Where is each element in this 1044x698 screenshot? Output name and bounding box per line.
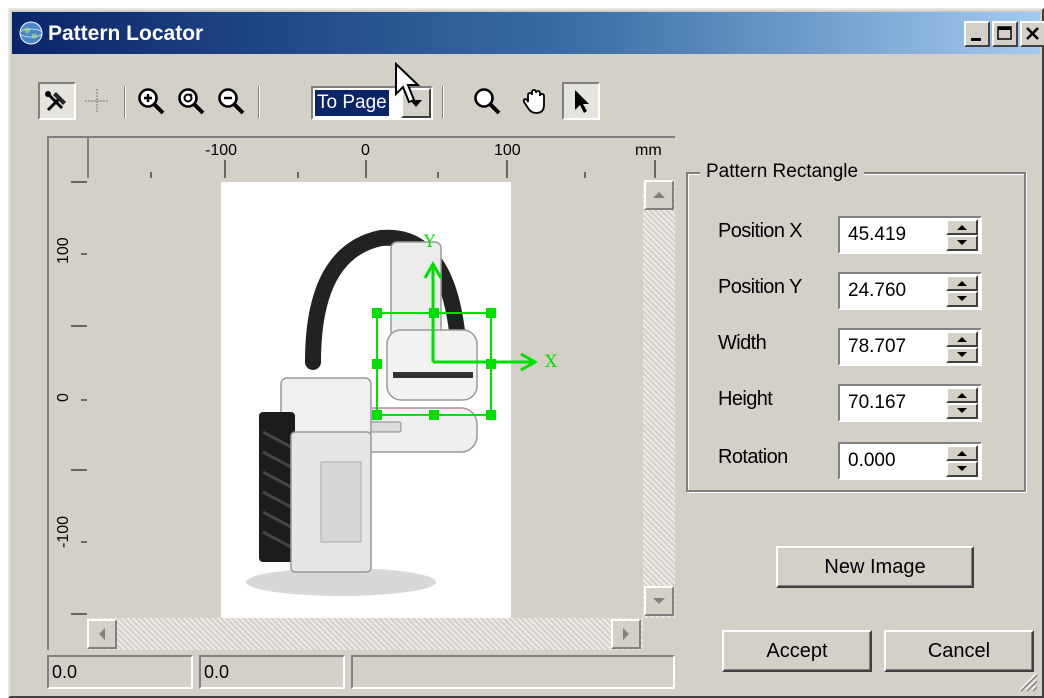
ruler-corner — [47, 136, 87, 180]
zoom-select-value: To Page — [315, 90, 389, 116]
arrow-pointer-icon — [575, 90, 589, 113]
ruler-label: -100 — [55, 515, 72, 548]
zoom-reset-icon — [178, 88, 205, 115]
spin-arrows-icon — [957, 225, 967, 245]
position-x-label: Position X — [718, 220, 803, 242]
crosshair-icon — [85, 89, 109, 113]
horizontal-ruler: -100 0 100 mm — [87, 136, 675, 178]
scroll-left-button[interactable] — [87, 619, 117, 649]
arrow-up-icon — [653, 192, 665, 198]
vertical-scrollbar[interactable] — [643, 180, 675, 618]
new-image-button[interactable]: New Image — [776, 546, 974, 588]
zoom-out-icon — [218, 88, 245, 115]
height-label: Height — [718, 388, 773, 410]
title-bar[interactable]: Pattern Locator — [12, 12, 1044, 54]
position-y-spinner[interactable] — [946, 275, 978, 307]
accept-button[interactable]: Accept — [722, 630, 872, 672]
cancel-button[interactable]: Cancel — [884, 630, 1034, 672]
resize-grip-icon[interactable] — [1016, 670, 1038, 692]
position-x-input[interactable] — [842, 220, 942, 250]
spin-arrows-icon — [957, 393, 967, 413]
position-y-input[interactable] — [842, 276, 942, 306]
resize-handle[interactable] — [372, 410, 382, 420]
toolbar-separator — [442, 86, 444, 118]
ruler-label: 100 — [494, 142, 521, 159]
height-input[interactable] — [842, 388, 942, 418]
ruler-label: -100 — [205, 142, 238, 159]
ruler-label: 0 — [55, 393, 72, 402]
width-field[interactable] — [838, 328, 982, 366]
pointer-button[interactable] — [562, 82, 600, 120]
position-y-label: Position Y — [718, 276, 802, 298]
minimize-icon — [971, 38, 981, 41]
rotation-label: Rotation — [718, 446, 788, 468]
maximize-button[interactable] — [992, 21, 1018, 47]
zoom-out-button[interactable] — [212, 82, 250, 120]
scroll-right-button[interactable] — [611, 619, 641, 649]
rotation-input[interactable] — [842, 446, 942, 476]
mouse-cursor-icon — [395, 62, 421, 104]
resize-handle[interactable] — [429, 410, 439, 420]
spin-arrows-icon — [957, 281, 967, 301]
resize-handle[interactable] — [372, 308, 382, 318]
tools-icon — [45, 91, 66, 112]
scroll-up-button[interactable] — [644, 180, 674, 210]
hand-pan-button[interactable] — [516, 82, 554, 120]
height-field[interactable] — [838, 384, 982, 422]
resize-handle[interactable] — [486, 308, 496, 318]
height-spinner[interactable] — [946, 387, 978, 419]
minimize-button[interactable] — [964, 21, 990, 47]
status-message — [351, 655, 675, 689]
position-x-field[interactable] — [838, 216, 982, 254]
ruler-unit: mm — [635, 142, 662, 159]
ruler-label: 100 — [55, 237, 72, 264]
crosshair-button[interactable] — [78, 82, 116, 120]
position-y-field[interactable] — [838, 272, 982, 310]
zoom-reset-button[interactable] — [172, 82, 210, 120]
magnifier-icon — [474, 88, 501, 115]
width-label: Width — [718, 332, 767, 354]
axis-x-label: X — [545, 352, 558, 372]
image-viewport[interactable]: Y X — [87, 180, 643, 618]
pattern-overlay — [372, 260, 539, 420]
horizontal-scrollbar[interactable] — [87, 618, 643, 650]
arrow-left-icon — [99, 628, 105, 640]
toolbar-separator — [124, 86, 126, 118]
width-spinner[interactable] — [946, 331, 978, 363]
status-y: 0.0 — [199, 655, 345, 689]
horizontal-ruler-ticks — [150, 160, 656, 178]
window-title: Pattern Locator — [48, 22, 204, 45]
resize-handle[interactable] — [486, 410, 496, 420]
ruler-label: 0 — [361, 142, 370, 159]
close-button[interactable] — [1020, 21, 1044, 47]
magnifier-button[interactable] — [468, 82, 506, 120]
maximize-icon — [997, 26, 1012, 40]
toolbar-separator — [258, 86, 260, 118]
spin-arrows-icon — [957, 337, 967, 357]
resize-handle[interactable] — [486, 359, 496, 369]
resize-handle[interactable] — [429, 308, 439, 318]
spin-arrows-icon — [957, 451, 967, 471]
rotation-field[interactable] — [838, 442, 982, 480]
globe-icon — [19, 21, 43, 45]
width-input[interactable] — [842, 332, 942, 362]
position-x-spinner[interactable] — [946, 219, 978, 251]
hand-pan-icon — [522, 89, 545, 114]
toolbar: To Page — [38, 80, 618, 124]
axis-y-label: Y — [424, 232, 436, 252]
pattern-locator-window: Pattern Locator To Page -100 0 100 mm 10… — [8, 8, 1044, 698]
resize-handle[interactable] — [372, 359, 382, 369]
zoom-in-icon — [138, 88, 165, 115]
vertical-ruler: 100 0 -100 — [47, 180, 87, 650]
close-icon — [1026, 27, 1039, 40]
scroll-down-button[interactable] — [644, 586, 674, 616]
zoom-in-button[interactable] — [132, 82, 170, 120]
status-x: 0.0 — [47, 655, 193, 689]
arrow-right-icon — [623, 628, 629, 640]
group-title: Pattern Rectangle — [700, 161, 865, 183]
rotation-spinner[interactable] — [946, 445, 978, 477]
arrow-down-icon — [653, 598, 665, 604]
tools-button[interactable] — [38, 82, 76, 120]
